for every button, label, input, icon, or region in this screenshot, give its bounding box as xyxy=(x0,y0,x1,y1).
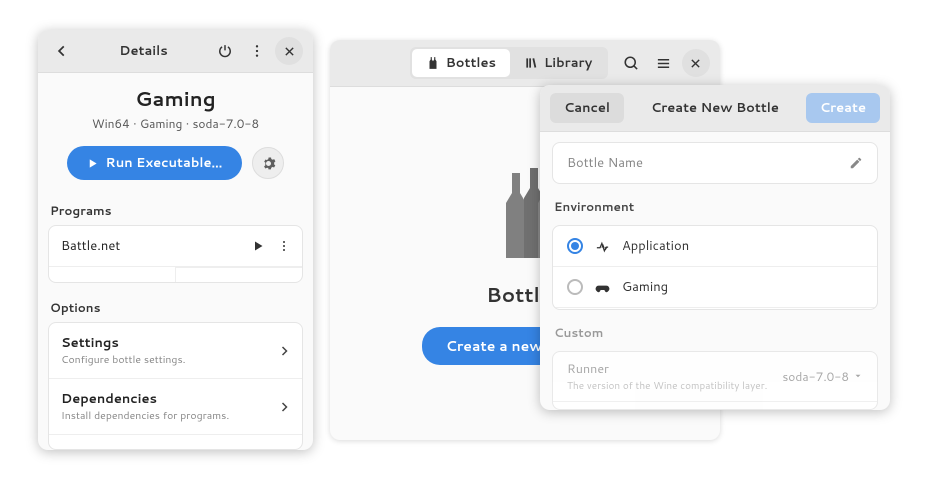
create-button[interactable]: Create xyxy=(806,93,880,123)
kebab-icon xyxy=(278,240,290,252)
chevron-left-icon xyxy=(55,44,69,58)
add-shortcuts-button[interactable]: Add Shortcuts… xyxy=(49,268,175,284)
program-name: Battle.net xyxy=(61,237,120,255)
gaming-env-icon xyxy=(595,280,610,295)
dialog-title: Create New Bottle xyxy=(651,99,779,117)
bottle-name-field[interactable]: Bottle Name xyxy=(552,142,878,184)
chevron-right-icon xyxy=(278,401,290,413)
environment-card: Application Gaming Custom xyxy=(552,225,878,310)
options-card: SettingsConfigure bottle settings. Depen… xyxy=(48,322,303,450)
tab-bottles[interactable]: Bottles xyxy=(412,49,510,77)
run-executable-button[interactable]: Run Executable… xyxy=(67,146,243,180)
cancel-button[interactable]: Cancel xyxy=(550,93,624,123)
close-icon xyxy=(690,58,701,69)
env-gaming[interactable]: Gaming xyxy=(553,266,877,307)
hamburger-icon xyxy=(656,56,671,71)
search-icon xyxy=(624,56,639,71)
tab-label: Library xyxy=(544,54,592,72)
bottle-meta: Win64 · Gaming · soda-7.0-8 xyxy=(92,115,259,132)
application-env-icon xyxy=(595,239,610,254)
close-button[interactable] xyxy=(682,49,710,77)
close-button[interactable] xyxy=(275,37,303,65)
library-tab-icon xyxy=(524,56,538,70)
install-programs-button[interactable]: Install Programs… xyxy=(175,267,302,283)
power-icon xyxy=(218,44,232,58)
details-header-bar: Details xyxy=(38,30,313,73)
name-placeholder: Bottle Name xyxy=(567,154,643,172)
program-menu-button[interactable] xyxy=(278,240,290,252)
radio-unchecked-icon xyxy=(567,279,583,295)
custom-runner-row[interactable]: RunnerThe version of the Wine compatibil… xyxy=(553,352,877,401)
options-section-label: Options xyxy=(48,293,303,322)
option-settings[interactable]: SettingsConfigure bottle settings. xyxy=(49,323,302,378)
programs-section-label: Programs xyxy=(48,196,303,225)
edit-icon xyxy=(849,156,863,170)
custom-card: RunnerThe version of the Wine compatibil… xyxy=(552,351,878,410)
main-menu-button[interactable] xyxy=(650,49,678,77)
programs-card: Battle.net Add Shortcuts… Install Progra… xyxy=(48,225,303,283)
kebab-menu-button[interactable] xyxy=(243,37,271,65)
main-header-bar: Bottles Library xyxy=(330,40,720,87)
env-custom[interactable]: Custom xyxy=(553,307,877,310)
option-snapshots[interactable]: SnapshotsCreate and manage bottle states… xyxy=(49,434,302,450)
bottles-tab-icon xyxy=(426,56,440,70)
create-bottle-dialog: Cancel Create New Bottle Create Bottle N… xyxy=(540,85,890,410)
view-switcher: Bottles Library xyxy=(410,47,609,79)
bottle-name: Gaming xyxy=(135,85,215,113)
power-button[interactable] xyxy=(211,37,239,65)
details-body: Gaming Win64 · Gaming · soda-7.0-8 Run E… xyxy=(38,73,313,450)
details-window: Details Gaming Win64 · Gaming · soda-7.0… xyxy=(38,30,313,450)
gear-icon xyxy=(261,156,276,171)
close-icon xyxy=(284,46,295,57)
play-icon xyxy=(87,158,98,169)
env-application[interactable]: Application xyxy=(553,226,877,266)
kebab-icon xyxy=(250,44,264,58)
tab-label: Bottles xyxy=(446,54,496,72)
dialog-header-bar: Cancel Create New Bottle Create xyxy=(540,85,890,132)
chevron-right-icon xyxy=(278,345,290,357)
custom-architecture-row[interactable]: Architecture 64-bit xyxy=(553,401,877,410)
details-header-title: Details xyxy=(76,42,211,60)
play-icon xyxy=(252,240,264,252)
radio-checked-icon xyxy=(567,238,583,254)
dialog-body: Bottle Name Environment Application Gami… xyxy=(540,132,890,410)
custom-section-label: Custom xyxy=(552,316,878,345)
option-dependencies[interactable]: DependenciesInstall dependencies for pro… xyxy=(49,378,302,434)
bottle-preferences-button[interactable] xyxy=(252,147,284,179)
back-button[interactable] xyxy=(48,37,76,65)
dropdown-icon xyxy=(853,371,863,381)
program-row: Battle.net xyxy=(49,226,302,266)
play-program-button[interactable] xyxy=(252,240,264,252)
run-label: Run Executable… xyxy=(106,154,223,172)
tab-library[interactable]: Library xyxy=(510,49,606,77)
environment-label: Environment xyxy=(552,190,878,219)
search-button[interactable] xyxy=(618,49,646,77)
